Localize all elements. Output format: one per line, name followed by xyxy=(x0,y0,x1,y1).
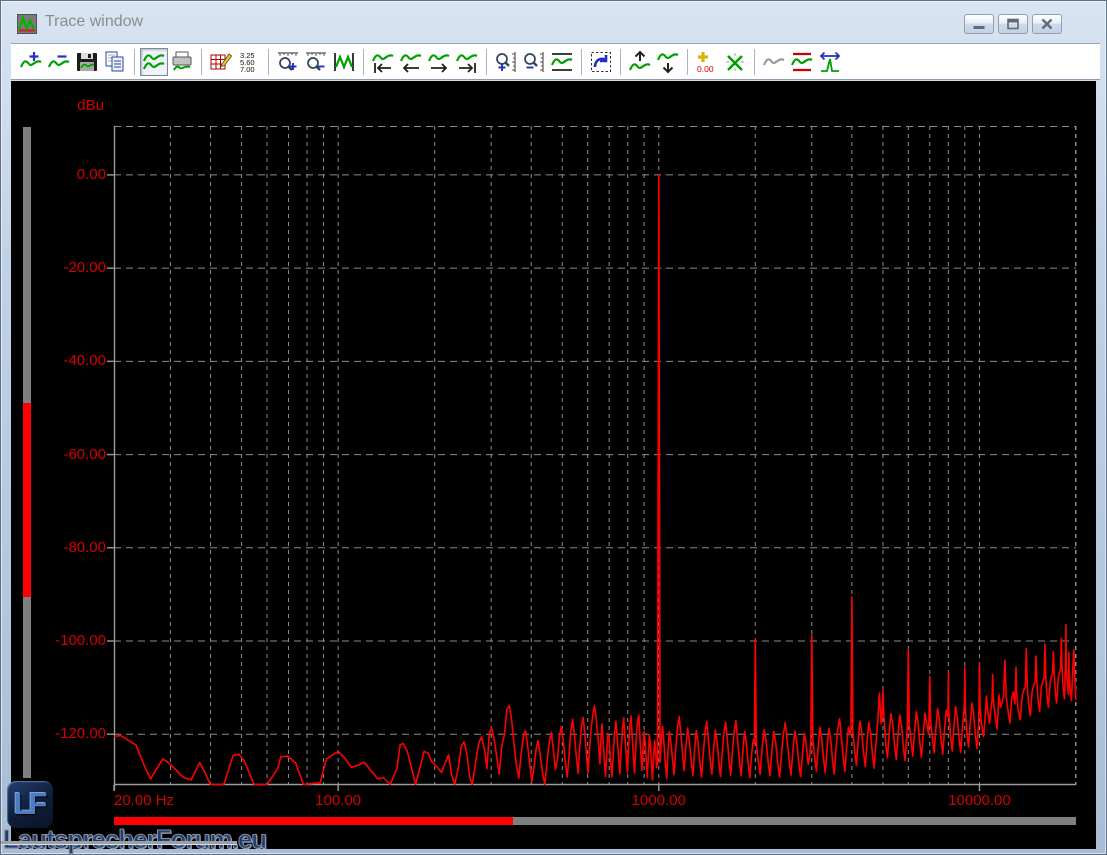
zoom-v-in-icon xyxy=(494,50,518,74)
toolbar-separator xyxy=(363,49,364,75)
toolbar-print-trace-button[interactable] xyxy=(168,48,196,76)
y-axis-unit-label: dBu xyxy=(54,97,104,114)
zoom-h-out-icon xyxy=(304,50,328,74)
save-trace-icon xyxy=(75,50,99,74)
toolbar-zoom-v-out-button[interactable] xyxy=(520,48,548,76)
limit-lines-icon xyxy=(790,50,814,74)
close-icon xyxy=(1043,20,1052,29)
print-trace-icon xyxy=(170,50,194,74)
toolbar-edit-values-button[interactable] xyxy=(207,48,235,76)
marker-add-icon: 0.00 xyxy=(695,50,719,74)
toolbar: 3.255.607.00 0.00 xyxy=(11,43,1100,80)
overlay-trace-icon xyxy=(762,50,786,74)
scroll-last-icon xyxy=(455,50,479,74)
copy-trace-icon xyxy=(103,50,127,74)
toolbar-nudge-up-button[interactable] xyxy=(626,48,654,76)
y-axis-label--40: -40.00 xyxy=(44,352,106,369)
toolbar-show-traces-button[interactable] xyxy=(140,48,168,76)
y-axis-label-0: 0.00 xyxy=(44,166,106,183)
toolbar-separator xyxy=(754,49,755,75)
scroll-next-icon xyxy=(427,50,451,74)
fit-trace-h-icon xyxy=(332,50,356,74)
toolbar-save-trace-button[interactable] xyxy=(73,48,101,76)
toolbar-pan-mode-button[interactable] xyxy=(587,48,615,76)
y-axis-label--60: -60.00 xyxy=(44,446,106,463)
nudge-down-icon xyxy=(656,50,680,74)
toolbar-separator xyxy=(620,49,621,75)
y-axis-label--120: -120.00 xyxy=(44,725,106,742)
trace-window: Trace window 3.255.607.00 0.00 dBu 0.00 -20… xyxy=(0,0,1107,855)
show-traces-icon xyxy=(142,50,166,74)
window-controls xyxy=(964,14,1062,34)
toolbar-cursor-step-button[interactable] xyxy=(816,48,844,76)
toolbar-zoom-h-in-button[interactable] xyxy=(274,48,302,76)
marker-delete-icon xyxy=(723,50,747,74)
zoom-h-in-icon xyxy=(276,50,300,74)
fit-trace-v-icon xyxy=(550,50,574,74)
close-button[interactable] xyxy=(1032,14,1062,34)
minimize-icon xyxy=(974,26,985,29)
toolbar-separator xyxy=(201,49,202,75)
minimize-button[interactable] xyxy=(964,14,994,34)
window-title: Trace window xyxy=(45,13,143,31)
trace-app-icon xyxy=(17,14,37,34)
value-list-icon: 3.255.607.00 xyxy=(237,50,261,74)
toolbar-zoom-v-in-button[interactable] xyxy=(492,48,520,76)
toolbar-copy-trace-button[interactable] xyxy=(101,48,129,76)
subtract-trace-icon xyxy=(47,50,71,74)
toolbar-nudge-down-button[interactable] xyxy=(654,48,682,76)
title-bar[interactable]: Trace window xyxy=(5,5,1104,43)
toolbar-add-trace-button[interactable] xyxy=(17,48,45,76)
pan-mode-icon xyxy=(589,50,613,74)
toolbar-zoom-h-out-button[interactable] xyxy=(302,48,330,76)
toolbar-scroll-last-button[interactable] xyxy=(453,48,481,76)
zoom-v-out-icon xyxy=(522,50,546,74)
edit-values-icon xyxy=(209,50,233,74)
scroll-first-icon xyxy=(371,50,395,74)
svg-text:7.00: 7.00 xyxy=(240,65,255,74)
toolbar-scroll-next-button[interactable] xyxy=(425,48,453,76)
toolbar-fit-trace-v-button[interactable] xyxy=(548,48,576,76)
y-axis-label--100: -100.00 xyxy=(44,632,106,649)
maximize-button[interactable] xyxy=(998,14,1028,34)
scroll-prev-icon xyxy=(399,50,423,74)
toolbar-value-list-button[interactable]: 3.255.607.00 xyxy=(235,48,263,76)
toolbar-scroll-first-button[interactable] xyxy=(369,48,397,76)
horizontal-scrollbar-thumb[interactable] xyxy=(114,817,513,825)
toolbar-separator xyxy=(687,49,688,75)
y-axis-label--20: -20.00 xyxy=(44,259,106,276)
horizontal-scrollbar[interactable] xyxy=(114,817,1076,825)
toolbar-separator xyxy=(486,49,487,75)
toolbar-separator xyxy=(134,49,135,75)
toolbar-marker-add-button[interactable]: 0.00 xyxy=(693,48,721,76)
toolbar-marker-delete-button[interactable] xyxy=(721,48,749,76)
toolbar-overlay-trace-button[interactable] xyxy=(760,48,788,76)
spectrum-plot[interactable] xyxy=(104,126,1089,798)
add-trace-icon xyxy=(19,50,43,74)
plot-client-area: dBu 0.00 -20.00 -40.00 -60.00 -80.00 -100.00 -1… xyxy=(11,81,1096,849)
fft-spectrum xyxy=(114,175,1076,785)
nudge-up-icon xyxy=(628,50,652,74)
toolbar-subtract-trace-button[interactable] xyxy=(45,48,73,76)
cursor-step-icon xyxy=(818,50,842,74)
toolbar-limit-lines-button[interactable] xyxy=(788,48,816,76)
toolbar-scroll-prev-button[interactable] xyxy=(397,48,425,76)
level-meter-fill xyxy=(23,403,31,597)
toolbar-fit-trace-h-button[interactable] xyxy=(330,48,358,76)
y-axis-label--80: -80.00 xyxy=(44,539,106,556)
toolbar-separator xyxy=(268,49,269,75)
svg-text:0.00: 0.00 xyxy=(697,64,714,74)
toolbar-separator xyxy=(581,49,582,75)
